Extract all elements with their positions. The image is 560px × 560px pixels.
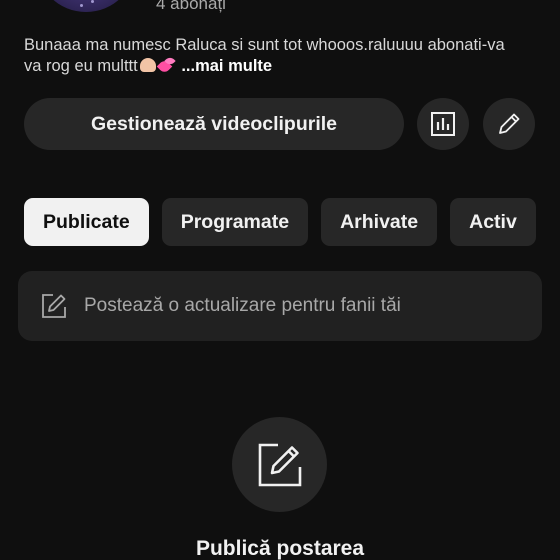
- channel-avatar[interactable]: [36, 0, 136, 12]
- tab-active[interactable]: Activ: [450, 198, 536, 246]
- two-hearts-emoji-icon: [159, 57, 177, 73]
- tab-published[interactable]: Publicate: [24, 198, 149, 246]
- pencil-icon: [499, 113, 520, 134]
- post-update-composer[interactable]: Postează o actualizare pentru fanii tăi: [18, 271, 542, 341]
- edit-post-icon: [258, 443, 301, 486]
- empty-state-title: Publică postarea: [195, 537, 365, 560]
- manage-videos-button[interactable]: Gestionează videoclipurile: [24, 98, 404, 150]
- tab-scheduled[interactable]: Programate: [161, 198, 309, 246]
- edit-channel-button[interactable]: [483, 98, 535, 150]
- community-tab-page: 4 abonați Bunaaa ma numesc Raluca si sun…: [0, 0, 560, 560]
- empty-state-icon-circle: [232, 417, 327, 512]
- composer-placeholder: Postează o actualizare pentru fanii tăi: [84, 295, 401, 316]
- channel-bio[interactable]: Bunaaa ma numesc Raluca si sunt tot whoo…: [24, 35, 524, 77]
- bio-more-link[interactable]: ...mai multe: [181, 57, 272, 75]
- subscriber-count: 4 abonați: [156, 0, 226, 13]
- hands-heart-emoji-icon: [139, 58, 156, 72]
- analytics-button[interactable]: [417, 98, 469, 150]
- analytics-icon: [431, 112, 455, 136]
- tab-archived[interactable]: Arhivate: [321, 198, 438, 246]
- post-filter-tabs: Publicate Programate Arhivate Activ: [24, 198, 536, 246]
- edit-post-icon: [39, 291, 69, 321]
